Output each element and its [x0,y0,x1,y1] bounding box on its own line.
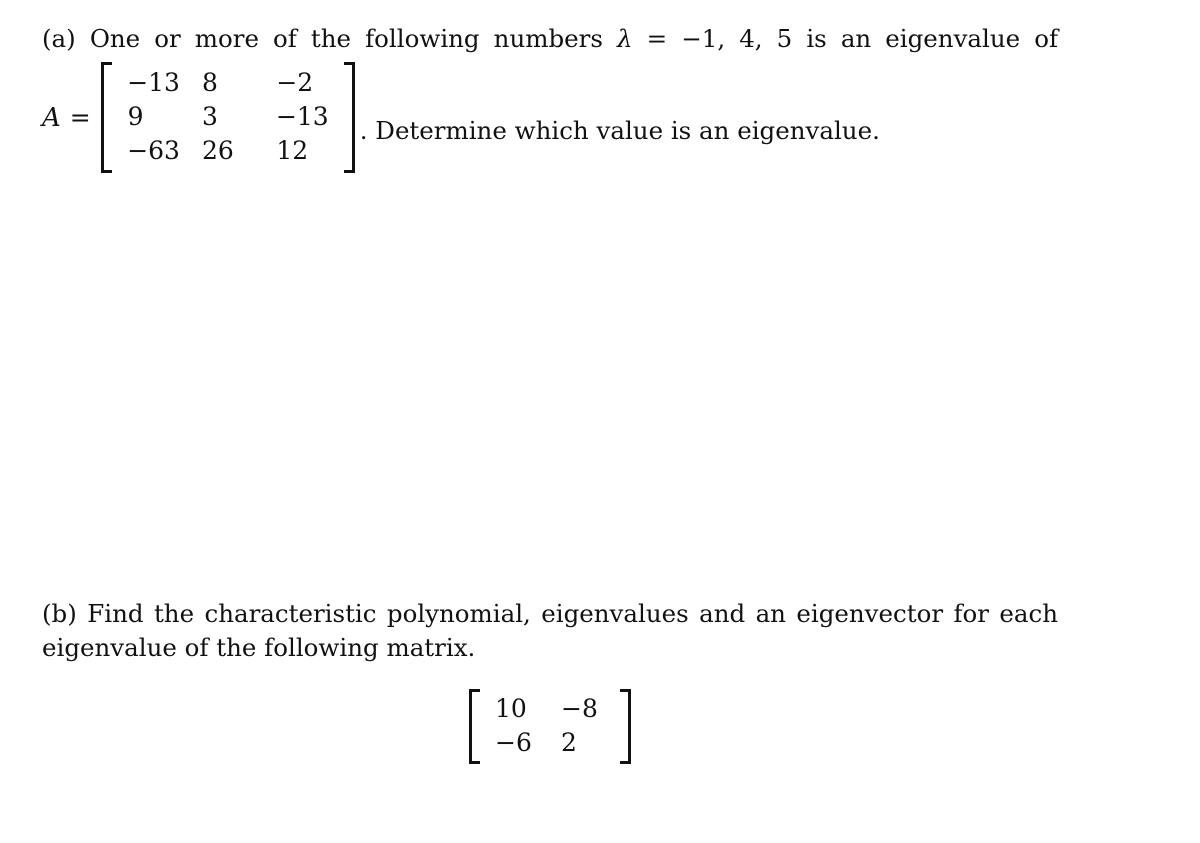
part-a-lead-text: One or more of the following numbers [89,24,603,53]
candidate-eigenvalues: −1, 4, 5 [681,24,793,53]
part-a-lead-text-tail: is an eigenvalue of [806,24,1059,53]
left-bracket-icon [101,62,114,173]
matrix-b-cell: 2 [561,728,577,757]
matrix-a-assignment: A = [42,103,91,133]
matrix-a-cell: −13 [127,68,180,97]
problem-part-a: (a) One or more of the following numbers… [42,22,1058,173]
matrix-a-cell: 12 [276,136,309,165]
matrix-a-cell: −2 [276,68,314,97]
matrix-a-cell: 3 [201,102,218,131]
left-bracket-icon [469,689,482,764]
matrix-b-cell: 10 [495,694,527,723]
equals-sign: = [646,24,668,53]
problem-part-b: (b) Find the characteristic polynomial, … [42,597,1058,764]
part-b-text-1: Find the characteristic polynomial, eige… [87,599,1058,628]
matrix-b-cell: −8 [561,694,598,723]
matrix-a-cell: 8 [201,68,218,97]
matrix-a-grid: −13 8 −2 9 3 −13 −63 26 12 [114,62,342,173]
matrix-a-cell: −63 [127,136,180,165]
matrix-b: 10 −8 −6 2 [469,689,631,764]
matrix-a-cell: −13 [275,102,329,131]
matrix-b-cell: −6 [495,728,532,757]
matrix-a: −13 8 −2 9 3 −13 −63 26 12 [101,62,355,173]
part-a-label: (a) [42,24,76,53]
part-b-statement-line-2: eigenvalue of the following matrix. [42,633,476,662]
right-bracket-icon [342,62,355,173]
matrix-a-cell: 9 [127,102,144,131]
lambda-symbol: λ [617,24,633,53]
part-b-statement-line-1: (b) Find the characteristic polynomial, … [42,597,1058,631]
matrix-a-name: A [42,102,62,133]
matrix-a-equals: = [69,102,92,132]
part-b-label: (b) [42,599,77,628]
matrix-b-container: 10 −8 −6 2 [42,689,1058,764]
part-a-statement-line: (a) One or more of the following numbers… [42,22,1058,56]
document-page: (a) One or more of the following numbers… [0,0,1200,843]
right-bracket-icon [618,689,631,764]
matrix-b-grid: 10 −8 −6 2 [482,689,618,764]
matrix-a-cell: 26 [201,136,234,165]
part-a-followup-text: . Determine which value is an eigenvalue… [359,116,880,145]
matrix-a-row: A = −13 8 −2 9 3 −13 −63 26 12 . Determi… [42,62,1058,173]
